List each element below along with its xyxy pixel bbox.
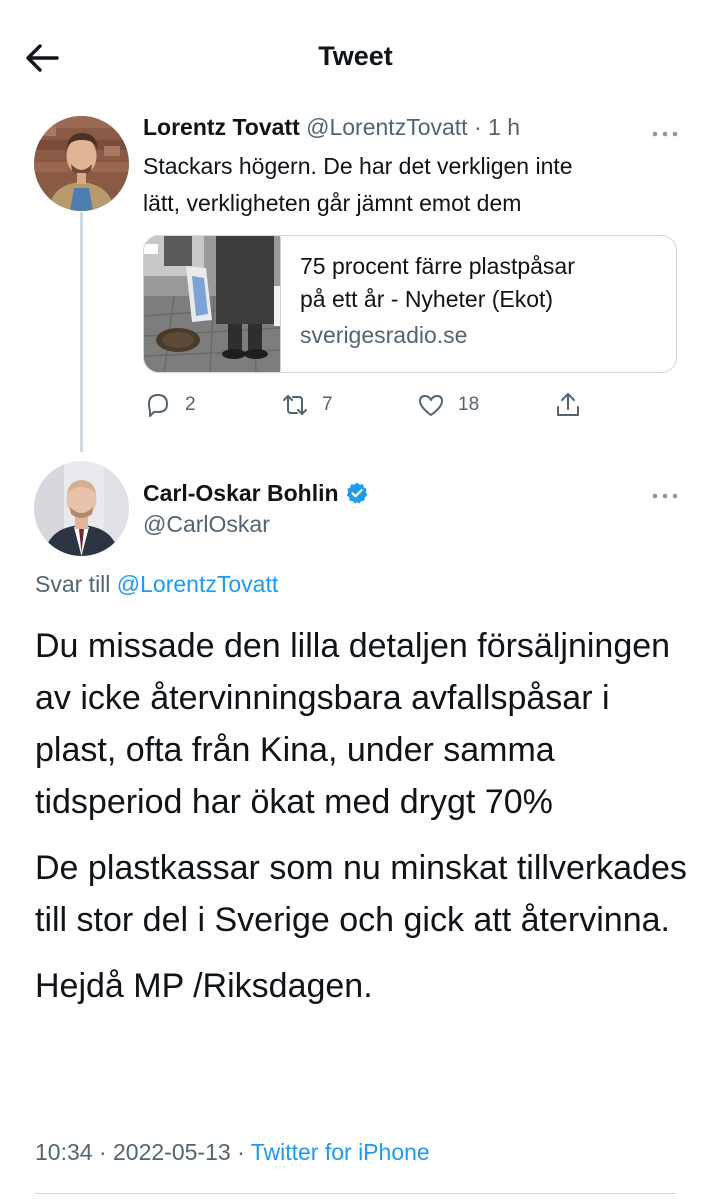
retweet-icon	[283, 395, 307, 415]
tweet-author-row: Lorentz Tovatt @LorentzTovatt · 1 h	[143, 114, 663, 148]
separator: ·	[473, 114, 482, 140]
tweet-text-line: lätt, verkligheten går jämnt emot dem	[143, 190, 522, 216]
retweet-button[interactable]: 7	[280, 388, 333, 422]
page-title: Tweet	[318, 41, 393, 71]
card-title-line: på ett år - Nyheter (Ekot)	[300, 286, 554, 312]
verified-badge-icon	[346, 482, 367, 504]
tweet-author-row: Carl-Oskar Bohlin	[143, 476, 369, 510]
more-options-button[interactable]	[650, 126, 680, 137]
thread-connector	[80, 212, 83, 452]
heart-icon	[419, 395, 443, 416]
top-bar: Tweet	[0, 0, 711, 115]
share-icon	[557, 393, 579, 416]
tweet-text-line: Stackars högern. De har det verkligen in…	[143, 153, 573, 179]
card-divider	[280, 236, 281, 372]
more-options-button[interactable]	[650, 488, 680, 499]
more-dots-icon	[652, 493, 678, 499]
tweet-metadata: 10:34 · 2022-05-13 · Twitter for iPhone	[35, 1139, 430, 1166]
like-count: 18	[458, 394, 480, 415]
link-preview-card[interactable]: 75 procent färre plastpåsar på ett år - …	[143, 235, 677, 373]
tweet-paragraph: Du missade den lilla detaljen försäljnin…	[35, 627, 671, 821]
author-name[interactable]: Lorentz Tovatt	[143, 114, 300, 140]
tweet-time[interactable]: 1 h	[488, 114, 520, 140]
tweet-paragraph: De plastkassar som nu minskat tillverkad…	[35, 849, 687, 939]
card-domain: sverigesradio.se	[300, 322, 468, 348]
tweet-time[interactable]: 10:34	[35, 1139, 93, 1165]
reply-prefix: Svar till	[35, 571, 111, 597]
tweet-date[interactable]: 2022-05-13	[113, 1139, 231, 1165]
profile-photo-lorentz	[34, 116, 129, 211]
card-thumbnail	[144, 236, 280, 372]
like-button[interactable]: 18	[416, 388, 479, 422]
tweet-paragraph: Hejdå MP /Riksdagen.	[35, 967, 373, 1005]
tweet-text: Stackars högern. De har det verkligen in…	[143, 148, 683, 222]
author-handle[interactable]: @LorentzTovatt	[306, 114, 467, 140]
avatar[interactable]	[34, 461, 129, 556]
reply-count: 2	[185, 394, 196, 415]
share-button[interactable]	[553, 388, 583, 422]
replying-to: Svar till @LorentzTovatt	[35, 571, 278, 598]
author-name[interactable]: Carl-Oskar Bohlin	[143, 480, 339, 507]
reply-icon	[148, 394, 168, 417]
reply-button[interactable]: 2	[143, 388, 196, 422]
avatar[interactable]	[34, 116, 129, 211]
author-handle[interactable]: @CarlOskar	[143, 511, 270, 538]
separator: ·	[98, 1139, 107, 1165]
profile-photo-carl-oskar	[34, 461, 129, 556]
retweet-count: 7	[322, 394, 333, 415]
separator: ·	[237, 1139, 245, 1165]
divider	[35, 1193, 676, 1194]
reply-to-handle-link[interactable]: @LorentzTovatt	[117, 571, 278, 597]
more-dots-icon	[652, 131, 678, 137]
card-title: 75 procent färre plastpåsar på ett år - …	[300, 250, 660, 316]
card-title-line: 75 procent färre plastpåsar	[300, 253, 575, 279]
tweet-source-link[interactable]: Twitter for iPhone	[251, 1139, 430, 1165]
tweet-text: Du missade den lilla detaljen försäljnin…	[35, 620, 695, 1026]
